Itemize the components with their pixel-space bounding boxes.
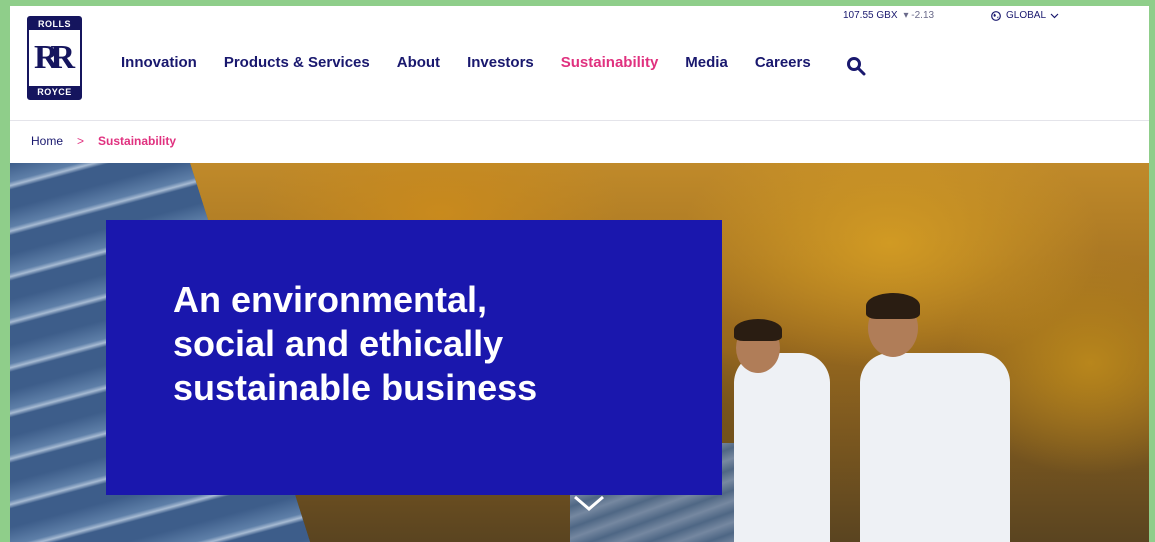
logo-top-word: ROLLS — [29, 18, 80, 30]
site-header: ROLLS RR ROYCE 107.55 GBX ▾ -2.13 GLOBAL … — [10, 6, 1149, 120]
main-nav: Innovation Products & Services About Inv… — [121, 54, 838, 71]
chevron-down-icon — [1050, 13, 1059, 18]
breadcrumb-separator: > — [77, 134, 85, 148]
hero-title-line-1: An environmental, — [173, 279, 488, 320]
scientist-left-hair-image — [734, 319, 782, 341]
header-divider — [10, 120, 1149, 121]
region-label: GLOBAL — [1006, 10, 1047, 21]
logo-monogram: RR — [33, 39, 75, 76]
nav-item-media[interactable]: Media — [685, 54, 728, 71]
breadcrumb-current: Sustainability — [98, 134, 177, 148]
hero-text-box: An environmental, social and ethically s… — [106, 220, 722, 495]
hero-title-line-3: sustainable business — [173, 367, 538, 408]
scientist-right-hair-image — [866, 293, 920, 319]
nav-item-sustainability[interactable]: Sustainability — [561, 54, 659, 71]
breadcrumb-home[interactable]: Home — [31, 134, 63, 148]
nav-item-about[interactable]: About — [397, 54, 440, 71]
region-selector[interactable]: GLOBAL — [991, 10, 1064, 21]
hero-title: An environmental, social and ethically s… — [173, 278, 673, 410]
scroll-down-chevron-icon[interactable] — [572, 493, 606, 513]
hero-title-line-2: social and ethically — [173, 323, 504, 364]
nav-item-products-services[interactable]: Products & Services — [224, 54, 370, 71]
share-price: 107.55 GBX — [843, 10, 898, 21]
globe-icon — [991, 10, 1001, 21]
nav-item-careers[interactable]: Careers — [755, 54, 811, 71]
share-price-ticker[interactable]: 107.55 GBX ▾ -2.13 — [843, 10, 934, 21]
share-price-change: ▾ -2.13 — [903, 10, 935, 21]
scientist-left-image — [734, 353, 830, 542]
breadcrumb: Home > Sustainability — [31, 134, 176, 148]
nav-item-innovation[interactable]: Innovation — [121, 54, 197, 71]
nav-item-investors[interactable]: Investors — [467, 54, 534, 71]
scientist-right-image — [860, 353, 1010, 542]
page-frame: ROLLS RR ROYCE 107.55 GBX ▾ -2.13 GLOBAL … — [10, 6, 1149, 542]
hero-banner: An environmental, social and ethically s… — [10, 163, 1149, 542]
logo-bottom-word: ROYCE — [29, 86, 80, 98]
rolls-royce-logo[interactable]: ROLLS RR ROYCE — [27, 16, 82, 100]
search-icon[interactable] — [846, 56, 866, 76]
